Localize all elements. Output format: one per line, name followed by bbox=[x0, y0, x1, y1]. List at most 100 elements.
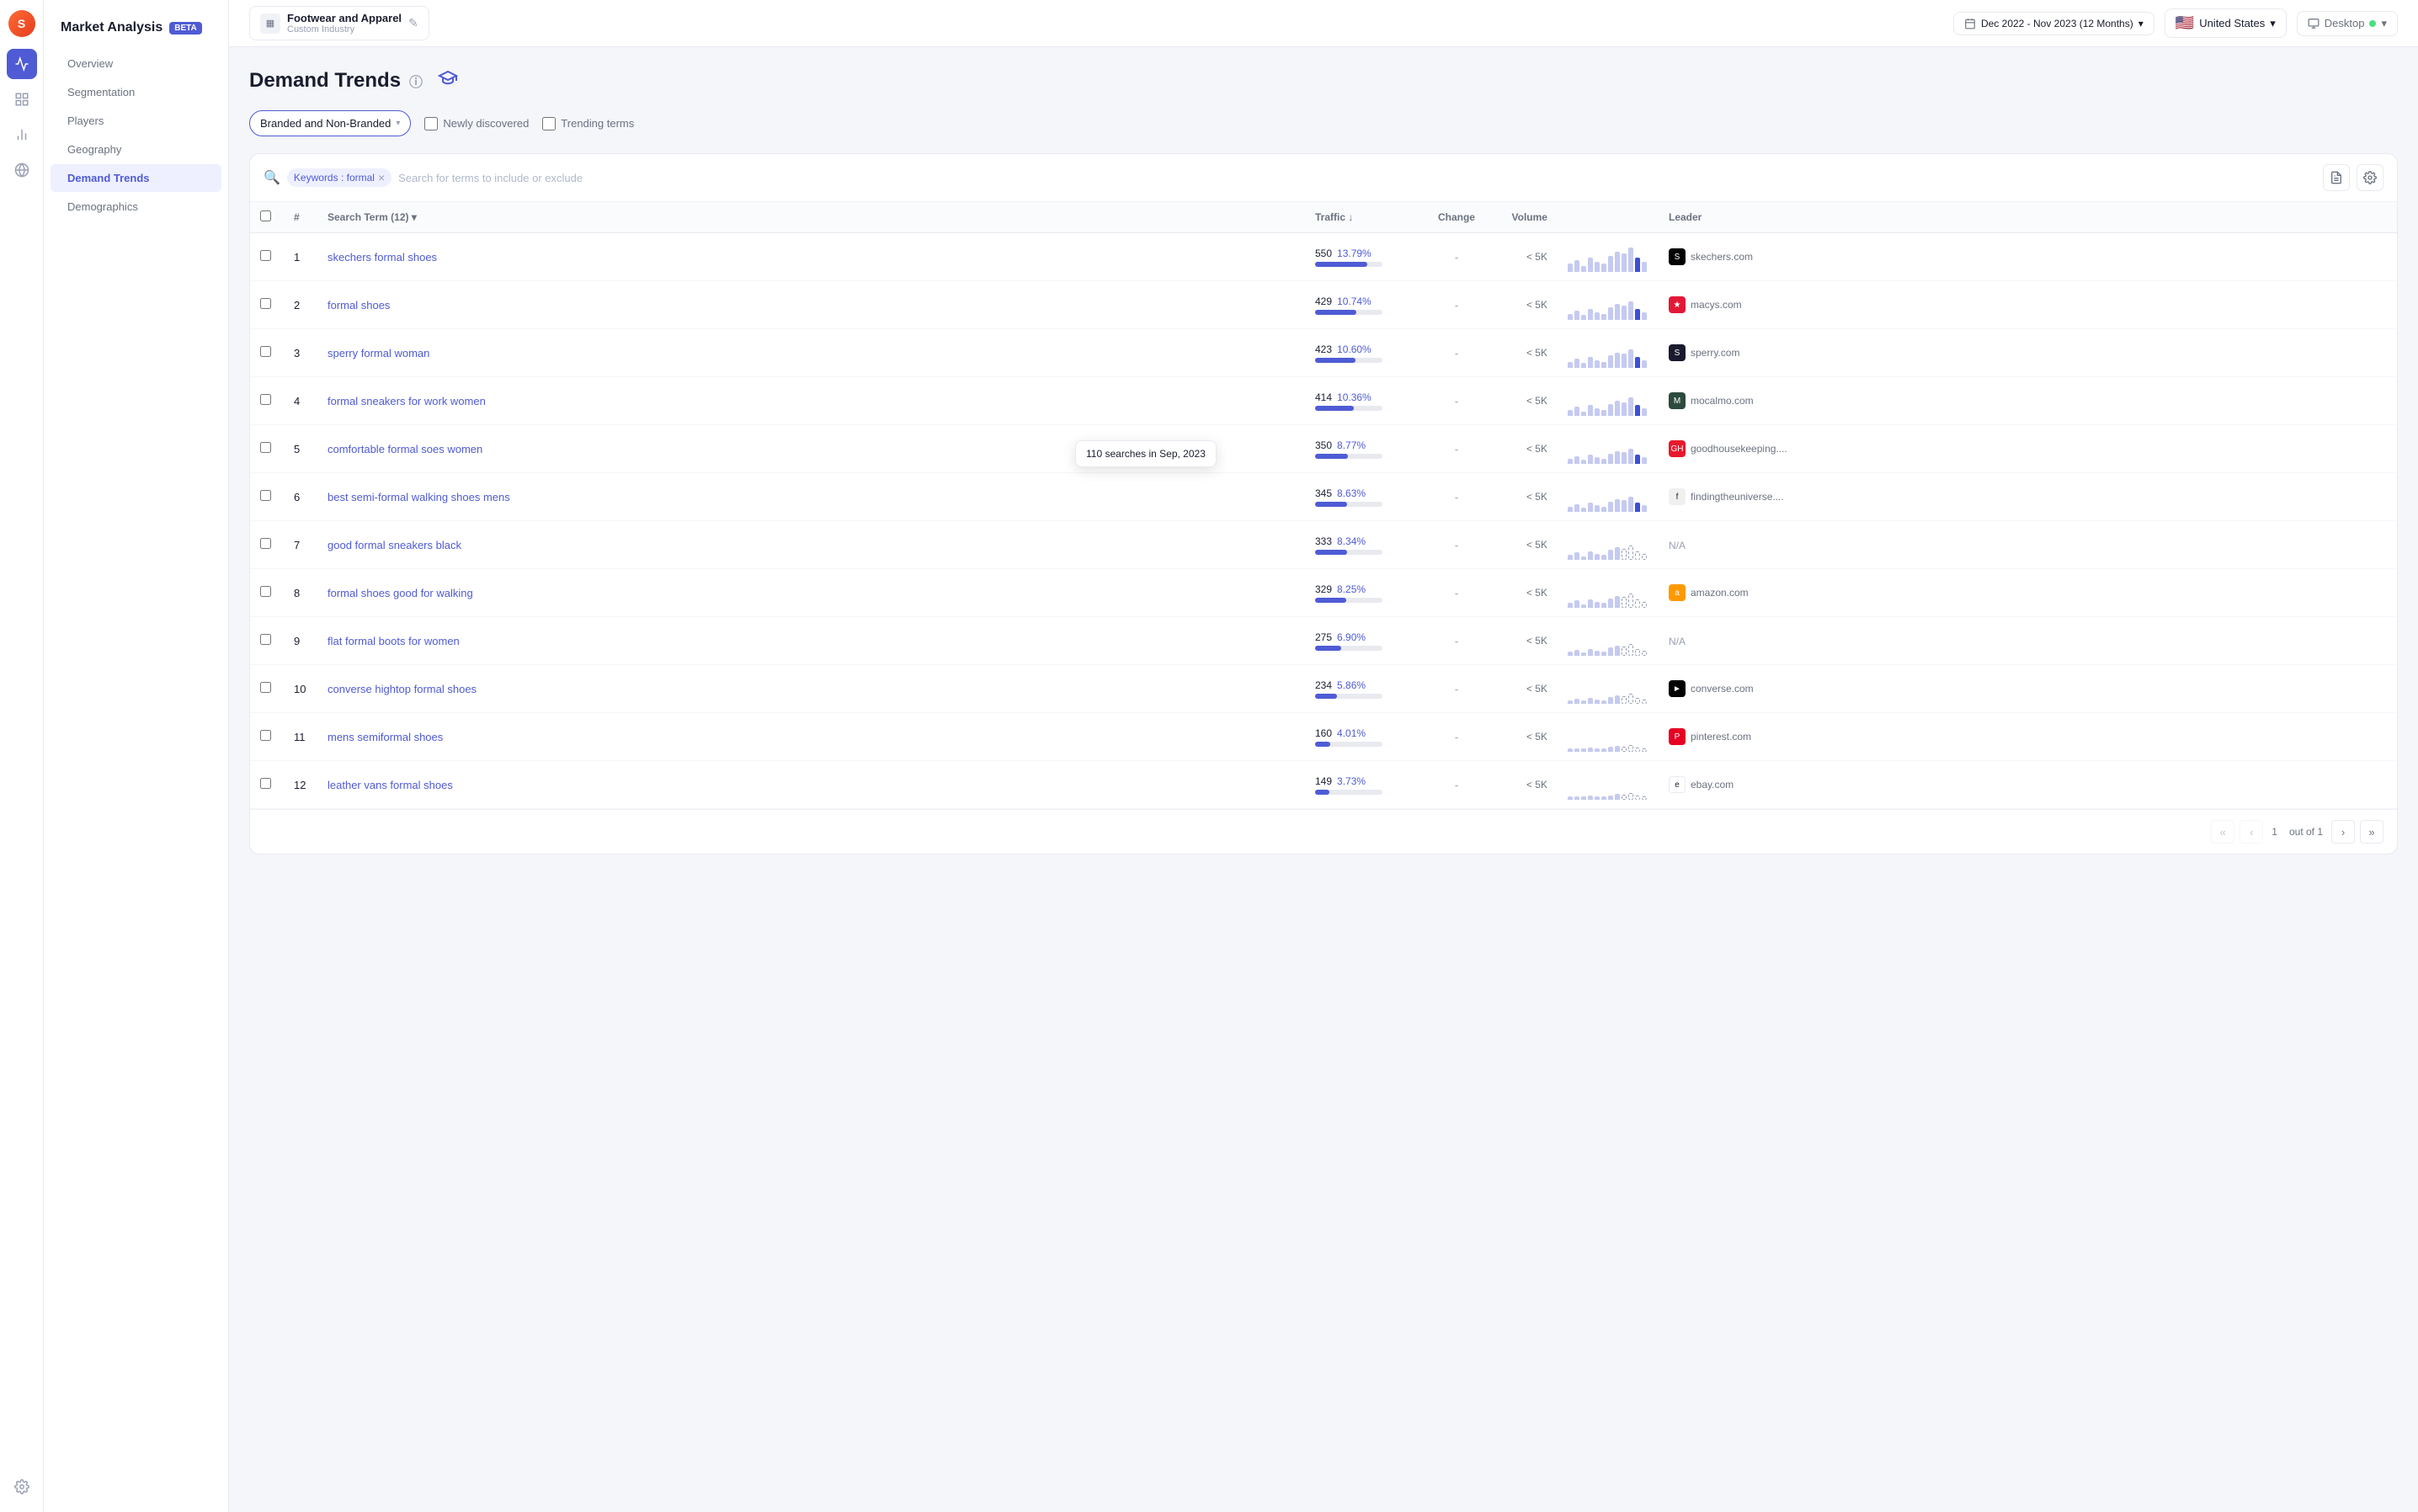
search-term-link[interactable]: leather vans formal shoes bbox=[317, 761, 1305, 809]
sparkline-cell bbox=[1558, 665, 1659, 713]
search-icon: 🔍 bbox=[264, 169, 280, 186]
traffic-pct: 10.36% bbox=[1337, 391, 1371, 403]
search-term-link[interactable]: mens semiformal shoes bbox=[317, 713, 1305, 761]
sidebar-item-demand-trends[interactable]: Demand Trends bbox=[51, 164, 221, 192]
brand-filter-btn[interactable]: Branded and Non-Branded ▾ bbox=[249, 110, 411, 136]
trending-terms-checkbox[interactable] bbox=[542, 117, 556, 130]
traffic-bar-fill bbox=[1315, 598, 1346, 603]
device-picker[interactable]: Desktop ▾ bbox=[2297, 11, 2398, 36]
col-header-term[interactable]: Search Term (12) ▾ bbox=[317, 202, 1305, 233]
traffic-value: 234 bbox=[1315, 679, 1332, 691]
settings-table-btn[interactable] bbox=[2357, 164, 2383, 191]
leader-cell: e ebay.com bbox=[1669, 776, 2387, 793]
info-icon[interactable]: ⓘ bbox=[409, 71, 423, 91]
row-checkbox[interactable] bbox=[260, 442, 271, 453]
traffic-value: 429 bbox=[1315, 295, 1332, 307]
row-checkbox[interactable] bbox=[260, 538, 271, 549]
search-term-link[interactable]: formal sneakers for work women bbox=[317, 377, 1305, 425]
traffic-cell: 149 3.73% bbox=[1305, 761, 1423, 809]
traffic-cell: 275 6.90% bbox=[1305, 617, 1423, 665]
traffic-cell: 550 13.79% bbox=[1305, 233, 1423, 281]
row-checkbox[interactable] bbox=[260, 250, 271, 261]
traffic-cell: 329 8.25% bbox=[1305, 569, 1423, 617]
flag-icon: 🇺🇸 bbox=[2176, 14, 2194, 32]
leader-name: macys.com bbox=[1691, 299, 1742, 311]
newly-discovered-checkbox[interactable] bbox=[424, 117, 438, 130]
col-header-num: # bbox=[284, 202, 317, 233]
traffic-bar-container: 423 10.60% bbox=[1315, 343, 1413, 363]
sparkline-cell bbox=[1558, 713, 1659, 761]
search-term-link[interactable]: sperry formal woman bbox=[317, 329, 1305, 377]
table-row: 4 formal sneakers for work women 414 10.… bbox=[250, 377, 2397, 425]
traffic-bar-fill bbox=[1315, 790, 1329, 795]
sidebar-item-geography[interactable]: Geography bbox=[51, 136, 221, 163]
sidebar-item-overview[interactable]: Overview bbox=[51, 50, 221, 77]
traffic-cell: 350 8.77% bbox=[1305, 425, 1423, 473]
leader-favicon: ★ bbox=[1669, 296, 1686, 313]
row-checkbox[interactable] bbox=[260, 730, 271, 741]
last-page-btn[interactable]: » bbox=[2360, 820, 2383, 844]
traffic-value: 275 bbox=[1315, 631, 1332, 643]
row-checkbox[interactable] bbox=[260, 634, 271, 645]
row-checkbox[interactable] bbox=[260, 586, 271, 597]
search-term-link[interactable]: best semi-formal walking shoes mens bbox=[317, 473, 1305, 521]
sidebar-item-segmentation[interactable]: Segmentation bbox=[51, 78, 221, 106]
change-cell: - bbox=[1423, 521, 1490, 569]
traffic-bar-container: 429 10.74% bbox=[1315, 295, 1413, 315]
overview-icon[interactable] bbox=[7, 84, 37, 114]
traffic-value: 423 bbox=[1315, 343, 1332, 355]
search-term-link[interactable]: good formal sneakers black bbox=[317, 521, 1305, 569]
newly-discovered-filter[interactable]: Newly discovered bbox=[424, 117, 529, 130]
globe-icon[interactable] bbox=[7, 155, 37, 185]
search-input[interactable]: Search for terms to include or exclude bbox=[398, 172, 2316, 184]
demand-trends-icon[interactable] bbox=[7, 49, 37, 79]
prev-page-btn[interactable]: ‹ bbox=[2240, 820, 2263, 844]
select-all-checkbox[interactable] bbox=[260, 210, 271, 221]
date-picker[interactable]: Dec 2022 - Nov 2023 (12 Months) ▾ bbox=[1953, 12, 2154, 35]
industry-icon: ▦ bbox=[260, 13, 280, 34]
volume-cell: < 5K bbox=[1490, 713, 1558, 761]
traffic-bar-container: 160 4.01% bbox=[1315, 727, 1413, 747]
settings-icon[interactable] bbox=[7, 1472, 37, 1502]
next-page-btn[interactable]: › bbox=[2331, 820, 2355, 844]
change-cell: - bbox=[1423, 713, 1490, 761]
traffic-bar-fill bbox=[1315, 646, 1341, 651]
sparkline-cell bbox=[1558, 617, 1659, 665]
sidebar-item-demographics[interactable]: Demographics bbox=[51, 193, 221, 221]
row-checkbox[interactable] bbox=[260, 778, 271, 789]
search-term-link[interactable]: flat formal boots for women bbox=[317, 617, 1305, 665]
col-header-volume[interactable]: Volume bbox=[1490, 202, 1558, 233]
search-term-link[interactable]: converse hightop formal shoes bbox=[317, 665, 1305, 713]
leader-cell: S sperry.com bbox=[1669, 344, 2387, 361]
col-header-traffic[interactable]: Traffic ↓ bbox=[1305, 202, 1423, 233]
row-checkbox[interactable] bbox=[260, 490, 271, 501]
chart-icon[interactable] bbox=[7, 120, 37, 150]
change-cell: - bbox=[1423, 473, 1490, 521]
row-checkbox[interactable] bbox=[260, 346, 271, 357]
sidebar-item-players[interactable]: Players bbox=[51, 107, 221, 135]
table-row: 12 leather vans formal shoes 149 3.73% -… bbox=[250, 761, 2397, 809]
industry-pill[interactable]: ▦ Footwear and Apparel Custom Industry ✎ bbox=[249, 6, 429, 40]
trending-terms-filter[interactable]: Trending terms bbox=[542, 117, 634, 130]
traffic-pct: 6.90% bbox=[1337, 631, 1366, 643]
search-term-link[interactable]: skechers formal shoes bbox=[317, 233, 1305, 281]
search-term-link[interactable]: formal shoes bbox=[317, 281, 1305, 329]
row-num: 3 bbox=[284, 329, 317, 377]
leader-favicon: S bbox=[1669, 344, 1686, 361]
search-term-link[interactable]: formal shoes good for walking bbox=[317, 569, 1305, 617]
export-excel-btn[interactable] bbox=[2323, 164, 2350, 191]
traffic-pct: 8.25% bbox=[1337, 583, 1366, 595]
leader-name: skechers.com bbox=[1691, 251, 1753, 263]
row-checkbox[interactable] bbox=[260, 394, 271, 405]
sparkline-cell bbox=[1558, 377, 1659, 425]
keyword-tag-close[interactable]: × bbox=[378, 172, 385, 184]
edit-icon[interactable]: ✎ bbox=[408, 16, 418, 30]
traffic-bar-container: 275 6.90% bbox=[1315, 631, 1413, 651]
row-checkbox[interactable] bbox=[260, 682, 271, 693]
first-page-btn[interactable]: « bbox=[2211, 820, 2234, 844]
change-cell: - bbox=[1423, 233, 1490, 281]
country-picker[interactable]: 🇺🇸 United States ▾ bbox=[2165, 8, 2287, 38]
row-checkbox[interactable] bbox=[260, 298, 271, 309]
leader-cell: M mocalmo.com bbox=[1669, 392, 2387, 409]
col-header-change[interactable]: Change bbox=[1423, 202, 1490, 233]
